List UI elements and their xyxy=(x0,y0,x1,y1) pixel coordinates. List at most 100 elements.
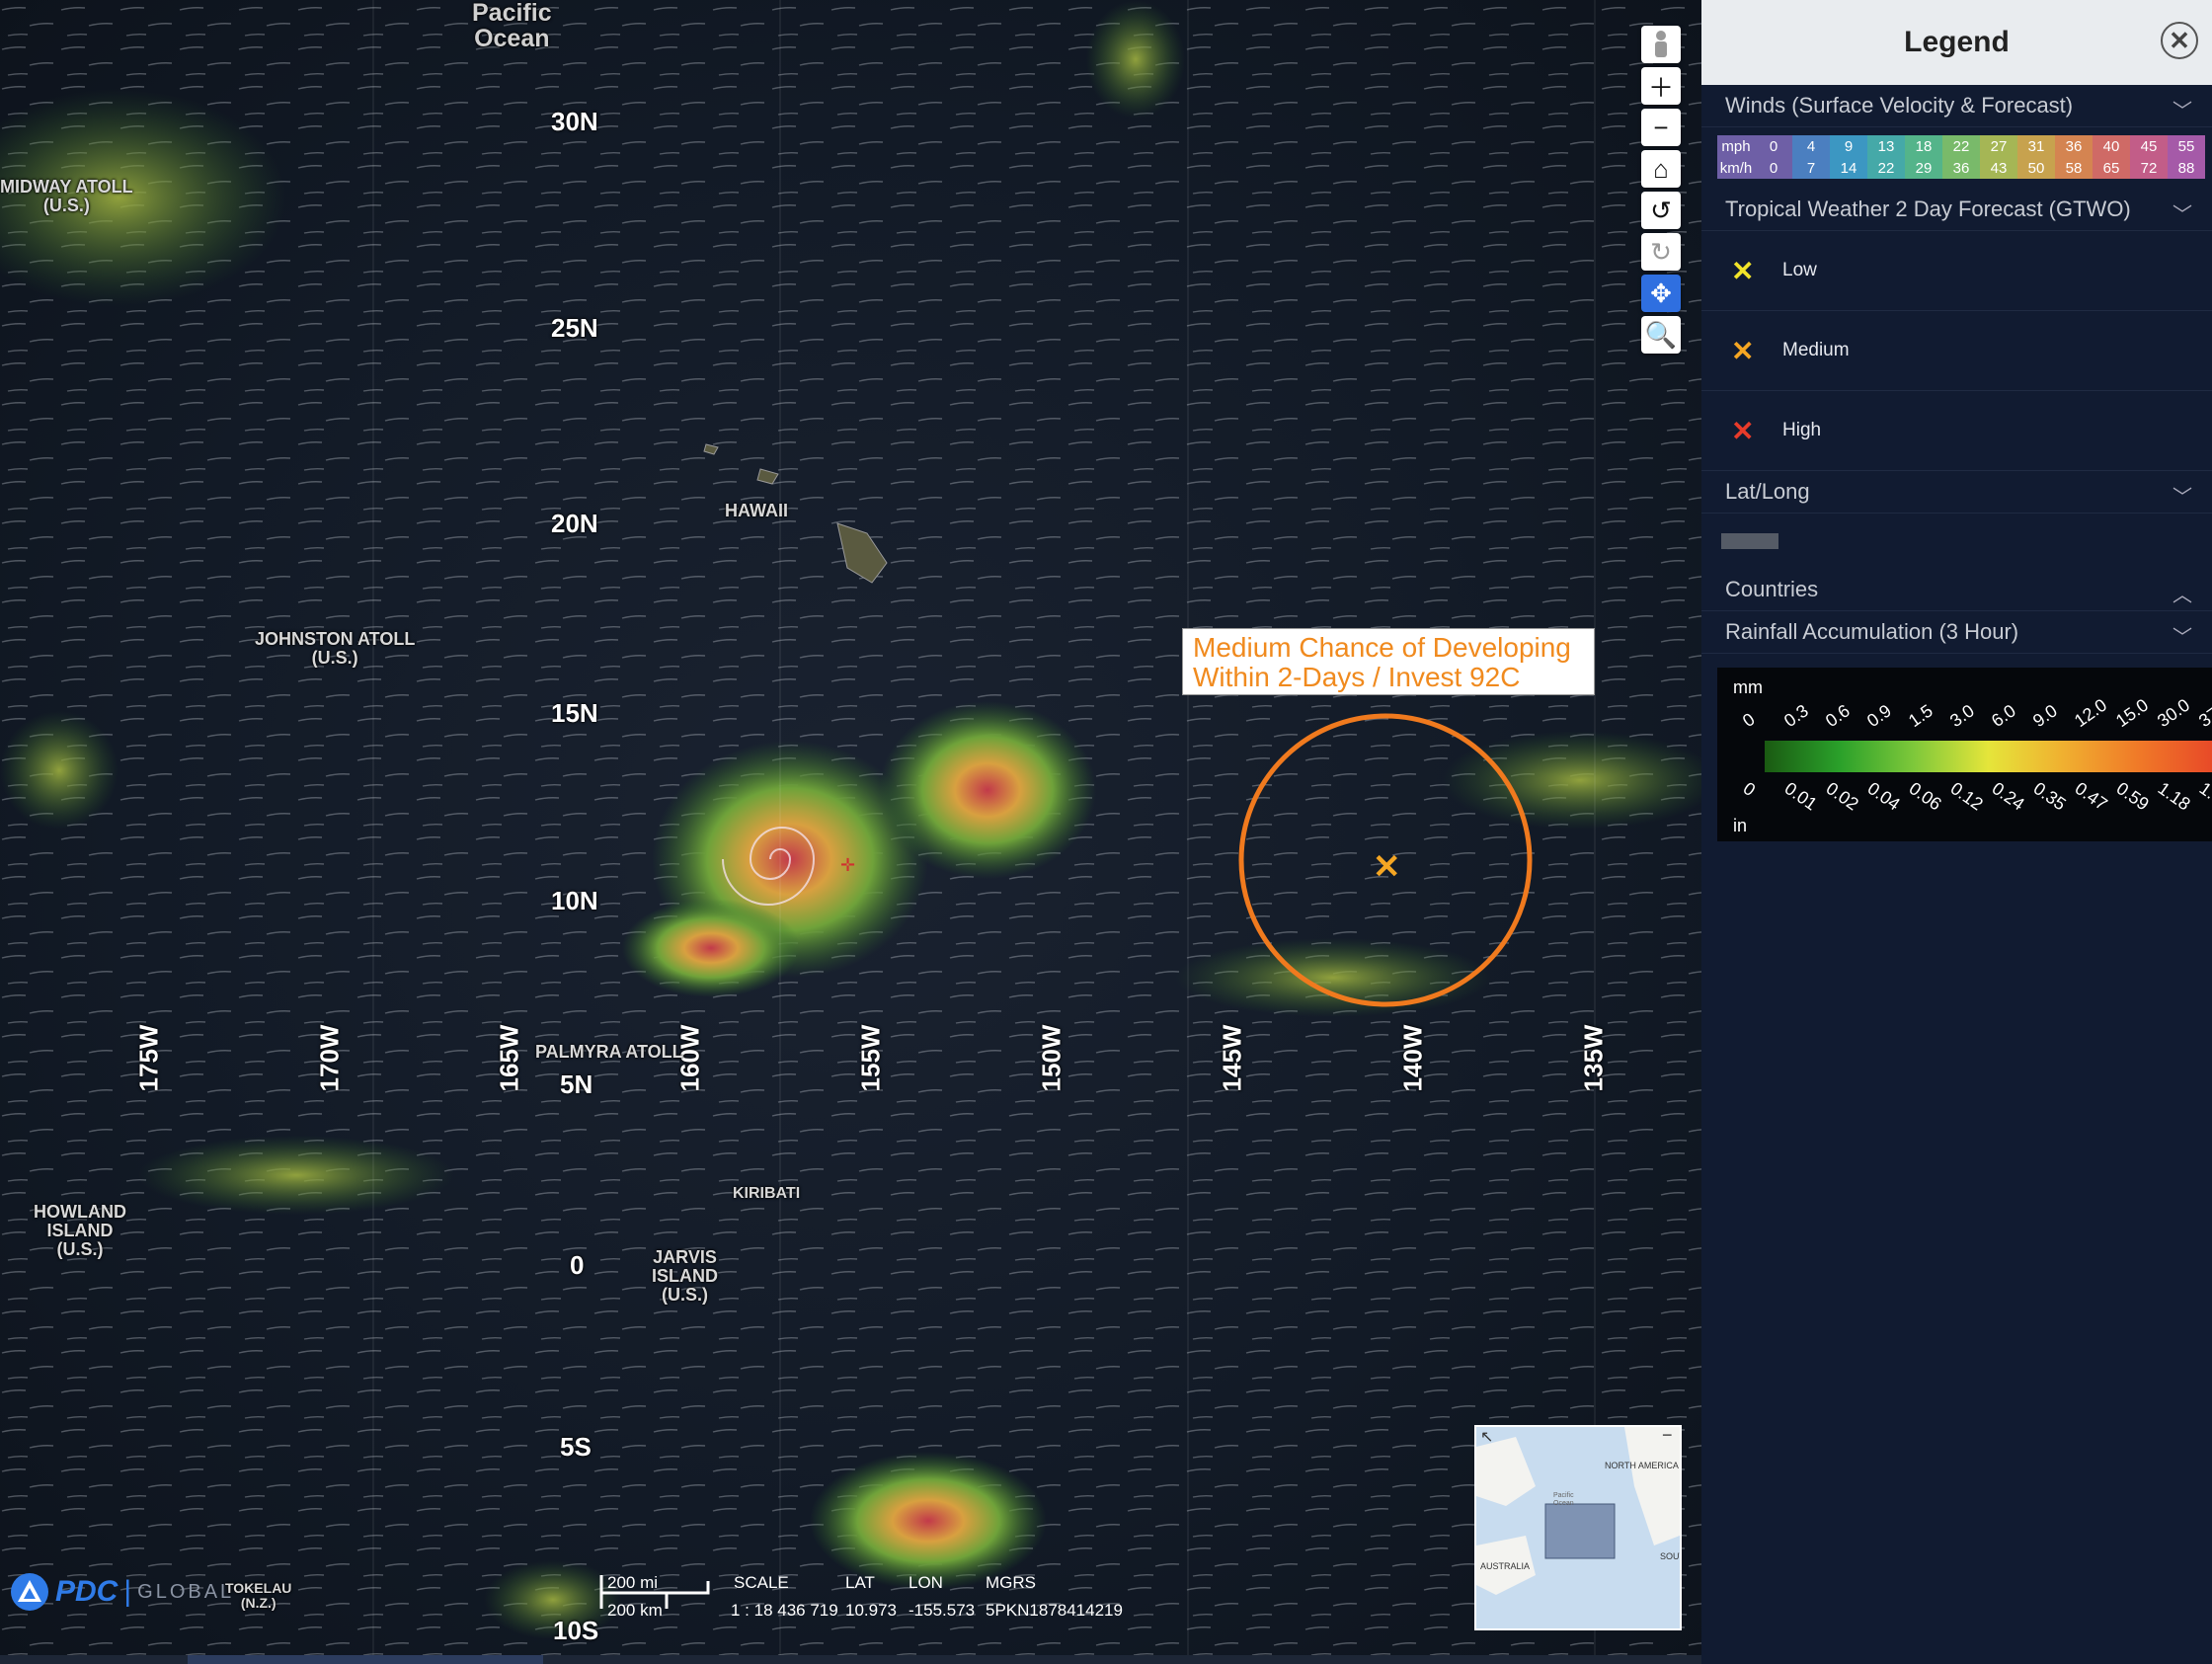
wind-kmh-cell: 50 xyxy=(2017,157,2055,179)
pdc-global-text: GLOBAL xyxy=(137,1580,235,1603)
place-palmyra: PALMYRA ATOLL xyxy=(535,1042,683,1062)
place-johnston: JOHNSTON ATOLL (U.S.) xyxy=(255,629,416,668)
ocean-label: Pacific Ocean xyxy=(472,0,552,52)
pdc-logo-icon xyxy=(11,1573,48,1611)
pegman-icon[interactable] xyxy=(1641,26,1681,63)
close-icon[interactable]: ✕ xyxy=(2161,22,2198,59)
scale-bar: 200 mi 200 km xyxy=(597,1573,716,1620)
lon-label-155w: 155W xyxy=(855,1024,886,1092)
rotate-left-icon[interactable]: ↺ xyxy=(1641,192,1681,229)
gtwo-title: Tropical Weather 2 Day Forecast (GTWO) xyxy=(1725,197,2131,221)
winds-title: Winds (Surface Velocity & Forecast) xyxy=(1725,93,2074,118)
scale-km: 200 km xyxy=(607,1601,663,1620)
rain-gradient-bar xyxy=(1765,741,2212,772)
section-latlong[interactable]: Lat/Long ﹀ xyxy=(1701,471,2212,514)
place-tokelau: TOKELAU (N.Z.) xyxy=(225,1580,292,1611)
rain-in-tick: 0.47 xyxy=(2071,778,2111,815)
section-rain[interactable]: Rainfall Accumulation (3 Hour) ﹀ xyxy=(1701,611,2212,654)
rain-in-tick: 0.59 xyxy=(2112,778,2153,815)
wind-mph-cell: 27 xyxy=(1980,135,2017,157)
zoom-in-icon[interactable]: ＋ xyxy=(1641,67,1681,105)
pan-icon[interactable]: ✥ xyxy=(1641,275,1681,312)
rain-scale: mm in 0 0.3 0.6 0.9 1.5 3.0 6.0 9.0 12.0 15.0 30.0… xyxy=(1717,668,2212,841)
svg-text:✛: ✛ xyxy=(840,855,855,875)
mgrs-readout-label: MGRS xyxy=(986,1573,1036,1592)
rotate-right-icon[interactable]: ↻ xyxy=(1641,233,1681,271)
wind-mph-cell: 40 xyxy=(2093,135,2130,157)
lat-label-0: 0 xyxy=(570,1250,585,1280)
section-winds[interactable]: Winds (Surface Velocity & Forecast) ﹀ xyxy=(1701,85,2212,127)
minimap-pacific: Pacific Ocean xyxy=(1553,1492,1574,1507)
latlong-swatch-row xyxy=(1701,514,2212,569)
rain-mm-tick: 12.0 xyxy=(2070,694,2111,732)
expand-minimap-icon[interactable]: ↖ xyxy=(1480,1427,1493,1447)
zoom-box-icon[interactable]: 🔍 xyxy=(1641,316,1681,354)
gtwo-item-high: ✕ High xyxy=(1701,391,2212,471)
lat-label-10n: 10N xyxy=(551,886,598,915)
rain-in-tick: 0.12 xyxy=(1946,778,1987,815)
rain-in-tick: 1.46 xyxy=(2195,778,2212,815)
rain-mm-tick: 0.6 xyxy=(1821,700,1854,732)
chevron-down-icon: ﹀ xyxy=(2172,627,2192,649)
rain-mm-tick: 3.0 xyxy=(1945,700,1978,732)
rain-in-tick: 0.04 xyxy=(1863,778,1904,815)
lat-label-15n: 15N xyxy=(551,698,598,728)
gtwo-item-medium: ✕ Medium xyxy=(1701,311,2212,391)
chevron-down-icon: ﹀ xyxy=(2172,101,2192,122)
gtwo-label-high: High xyxy=(1782,420,1822,440)
rain-in-tick: 0.35 xyxy=(2029,778,2070,815)
lat-label-30n: 30N xyxy=(551,107,598,136)
wind-mph-cell: 18 xyxy=(1905,135,1942,157)
rain-mm-tick: 6.0 xyxy=(1987,700,2019,732)
lat-readout-label: LAT xyxy=(845,1573,875,1592)
pdc-logo: PDC | GLOBAL xyxy=(8,1572,234,1612)
lon-label-165w: 165W xyxy=(494,1024,524,1092)
countries-title: Countries xyxy=(1725,577,1819,601)
lat-label-20n: 20N xyxy=(551,509,598,538)
section-countries[interactable]: Countries ︿ xyxy=(1701,569,2212,611)
minimap-australia: AUSTRALIA xyxy=(1480,1561,1531,1571)
scale-value: 1 : 18 436 719 xyxy=(731,1601,838,1620)
rain-mm-tick: 30.0 xyxy=(2153,694,2194,732)
lat-label-25n: 25N xyxy=(551,313,598,343)
overview-map[interactable]: NORTH AMERICA AUSTRALIA Pacific Ocean SO… xyxy=(1474,1425,1682,1630)
rain-mm-tick: 0 xyxy=(1738,709,1759,732)
rain-mm-label: mm xyxy=(1733,677,1763,697)
wind-scale-table: mph 0 4 9 13 18 22 27 31 36 40 45 55 km/h 0 7 14 22 29 36 4… xyxy=(1717,135,2205,179)
wind-kmh-cell: 29 xyxy=(1905,157,1942,179)
rain-in-tick: 1.18 xyxy=(2154,778,2194,815)
place-jarvis: JARVIS ISLAND (U.S.) xyxy=(652,1247,718,1305)
lon-readout-label: LON xyxy=(908,1573,943,1592)
gtwo-label-low: Low xyxy=(1782,260,1817,280)
wind-mph-cell: 0 xyxy=(1755,135,1792,157)
rain-in-tick: 0 xyxy=(1739,778,1760,801)
chevron-down-icon: ﹀ xyxy=(2172,204,2192,226)
lon-label-170w: 170W xyxy=(314,1024,345,1092)
scale-mi: 200 mi xyxy=(607,1573,659,1592)
zoom-out-icon[interactable]: − xyxy=(1641,109,1681,146)
place-howland: HOWLAND ISLAND (U.S.) xyxy=(34,1202,126,1259)
mgrs-readout-value: 5PKN1878414219 xyxy=(986,1601,1123,1620)
wind-mph-cell: 55 xyxy=(2168,135,2205,157)
rain-in-tick: 0.06 xyxy=(1905,778,1945,815)
low-x-icon: ✕ xyxy=(1731,255,1755,286)
lat-label-5n: 5N xyxy=(560,1070,593,1099)
legend-title: Legend xyxy=(1904,26,2010,58)
wind-kmh-cell: 7 xyxy=(1792,157,1830,179)
lon-label-150w: 150W xyxy=(1036,1024,1066,1092)
latlong-line-swatch xyxy=(1721,533,1778,549)
wind-kmh-cell: 14 xyxy=(1830,157,1867,179)
section-gtwo[interactable]: Tropical Weather 2 Day Forecast (GTWO) ﹀ xyxy=(1701,189,2212,231)
wind-mph-cell: 31 xyxy=(2017,135,2055,157)
map-view[interactable]: ✕ ✛ Pacific Ocean 30N 25N 20N 15N 10N 5N… xyxy=(0,0,1701,1664)
rain-in-tick: 0.24 xyxy=(1988,778,2028,815)
wind-kmh-cell: 36 xyxy=(1942,157,1980,179)
collapse-minimap-icon[interactable]: − xyxy=(1662,1427,1673,1446)
chevron-down-icon: ﹀ xyxy=(2172,487,2192,509)
place-kiribati: KIRIBATI xyxy=(733,1185,801,1202)
place-midway: MIDWAY ATOLL (U.S.) xyxy=(0,177,133,215)
home-icon[interactable]: ⌂ xyxy=(1641,150,1681,188)
wind-mph-cell: 13 xyxy=(1867,135,1905,157)
rain-in-tick: 0.01 xyxy=(1780,778,1821,815)
wind-kmh-cell: 43 xyxy=(1980,157,2017,179)
